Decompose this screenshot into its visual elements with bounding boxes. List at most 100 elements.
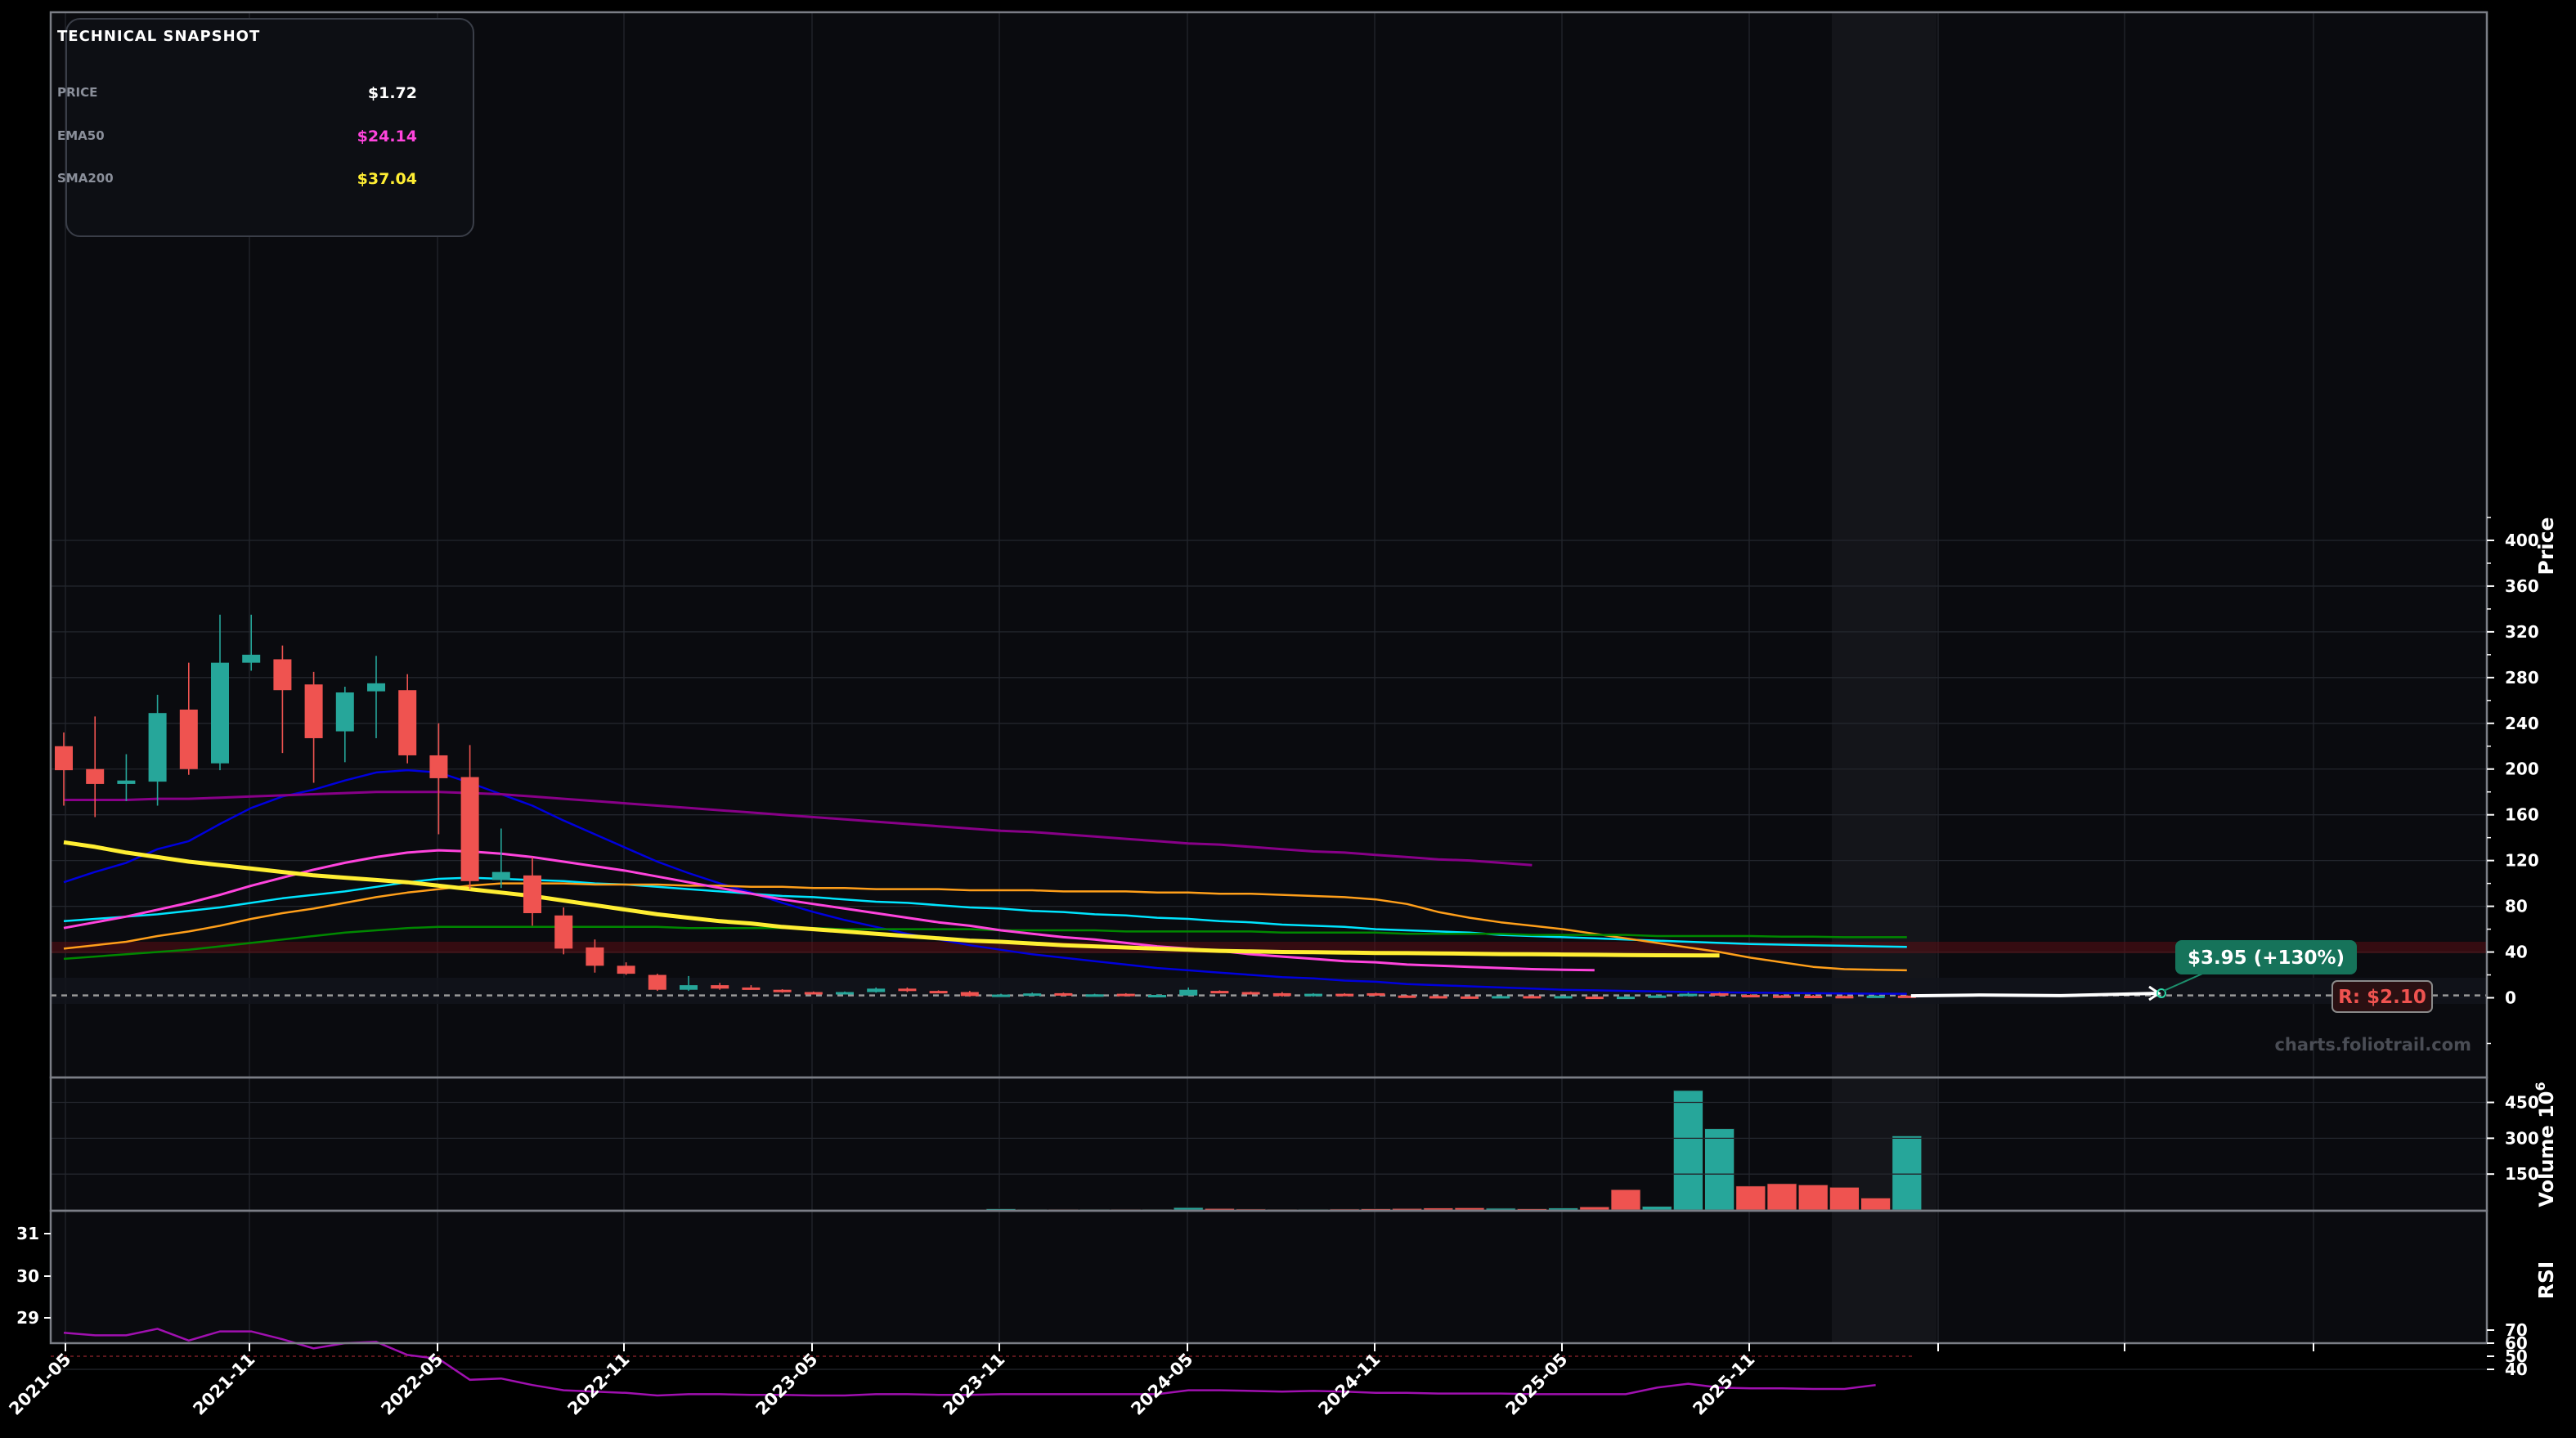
candle-body <box>1710 992 1729 996</box>
candle-body <box>1554 996 1573 999</box>
watermark: charts.foliotrail.com <box>2274 1035 2471 1055</box>
candle-body <box>1023 993 1042 997</box>
candle-body <box>773 989 792 992</box>
x-tick-label: 2022-11 <box>563 1350 633 1419</box>
rsi-left-tick-label: 31 <box>16 1224 39 1243</box>
volume-bar <box>1673 1090 1703 1211</box>
candle-body <box>617 965 635 974</box>
candle-body <box>1617 997 1635 1000</box>
candle-body <box>1304 993 1322 997</box>
candle-body <box>648 974 666 990</box>
volume-panel-bg <box>51 1077 2487 1211</box>
snapshot-sma200-label: SMA200 <box>57 171 114 186</box>
price-tick-label: 280 <box>2505 668 2539 688</box>
volume-bar <box>1641 1206 1672 1211</box>
candle-body <box>242 654 261 663</box>
candle-body <box>1241 992 1260 995</box>
candle-body <box>491 871 510 880</box>
volume-bar <box>1892 1136 1923 1211</box>
candle-body <box>1335 993 1354 997</box>
candle-body <box>1272 992 1291 997</box>
price-shade-zone <box>1832 12 1936 1077</box>
volume-bar <box>1392 1207 1422 1211</box>
candle-body <box>1461 996 1479 999</box>
candle-body <box>335 692 354 732</box>
candle-body <box>1429 996 1447 999</box>
price-axis-label: Price <box>2534 517 2558 576</box>
candle-body <box>1085 994 1104 997</box>
x-tick-label: 2023-11 <box>939 1350 1008 1419</box>
volume-tick-label: 450 <box>2505 1093 2539 1113</box>
resistance-label: R: $2.10 <box>2338 987 2426 1008</box>
candle-body <box>1523 996 1542 999</box>
support-band <box>51 978 2487 1004</box>
candle-body <box>836 992 854 995</box>
volume-tick-label: 150 <box>2505 1164 2539 1184</box>
candle-body <box>1116 993 1135 997</box>
candle-body <box>1648 995 1667 998</box>
volume-bar <box>1205 1207 1235 1211</box>
candle-body <box>960 992 979 997</box>
price-tick-label: 240 <box>2505 714 2539 733</box>
snapshot-price-value: $1.72 <box>367 84 417 102</box>
price-tick-label: 160 <box>2505 805 2539 825</box>
price-tick-label: 360 <box>2505 576 2539 596</box>
volume-bar <box>1423 1207 1454 1211</box>
candle-body <box>304 684 323 738</box>
candle-body <box>1741 995 1760 998</box>
x-tick-label: 2022-05 <box>377 1350 447 1419</box>
candle-body <box>398 690 417 755</box>
volume-bar <box>1579 1206 1610 1211</box>
candle-body <box>1054 992 1073 996</box>
x-tick-label: 2024-05 <box>1127 1350 1196 1419</box>
price-tick-label: 80 <box>2505 897 2528 916</box>
candle-body <box>273 659 292 691</box>
price-tick-label: 320 <box>2505 622 2539 642</box>
candle-body <box>55 746 73 771</box>
volume-bar <box>1829 1186 1860 1211</box>
candle-body <box>929 991 948 994</box>
candle-body <box>1585 997 1604 1000</box>
candle-body <box>1148 995 1166 998</box>
candle-body <box>1679 993 1698 997</box>
volume-bar <box>1173 1207 1204 1211</box>
candle-body <box>211 662 229 764</box>
volume-bar <box>1610 1189 1641 1211</box>
x-tick-label: 2023-05 <box>752 1350 821 1419</box>
candle-body <box>680 985 698 990</box>
candle-body <box>742 987 761 990</box>
candle-body <box>1773 995 1791 998</box>
volume-bar <box>1548 1207 1578 1211</box>
candle-body <box>867 988 886 992</box>
volume-bar <box>1485 1207 1516 1211</box>
snapshot-title: TECHNICAL SNAPSHOT <box>57 28 261 45</box>
candle-body <box>1835 996 1854 999</box>
candle-body <box>711 985 729 989</box>
price-tick-label: 200 <box>2505 759 2539 779</box>
volume-bar <box>1766 1183 1797 1211</box>
candle-body <box>1804 995 1823 998</box>
rsi-left-tick-label: 29 <box>16 1308 39 1328</box>
candle-body <box>179 710 198 769</box>
candle-body <box>148 713 167 782</box>
rsi-axis-label: RSI <box>2534 1261 2558 1300</box>
volume-bar <box>1704 1128 1735 1211</box>
candle-body <box>1367 992 1385 996</box>
candle-body <box>86 768 105 784</box>
rsi-tick-label: 70 <box>2505 1320 2528 1340</box>
candle-body <box>1492 996 1510 999</box>
price-tick-label: 120 <box>2505 851 2539 871</box>
projection-label: $3.95 (+130%) <box>2188 947 2345 969</box>
candle-body <box>804 992 823 995</box>
rsi-left-tick-label: 30 <box>16 1266 39 1286</box>
snapshot-price-label: PRICE <box>57 85 98 100</box>
volume-bar <box>1735 1185 1766 1211</box>
candle-body <box>429 755 448 778</box>
volume-tick-label: 300 <box>2505 1128 2539 1148</box>
candle-body <box>367 683 385 692</box>
rsi-shade-zone <box>1832 1211 1936 1343</box>
candle-body <box>1866 995 1885 998</box>
candle-body <box>460 777 479 881</box>
rsi-panel-bg <box>51 1211 2487 1343</box>
x-tick-label: 2025-05 <box>1501 1350 1571 1419</box>
